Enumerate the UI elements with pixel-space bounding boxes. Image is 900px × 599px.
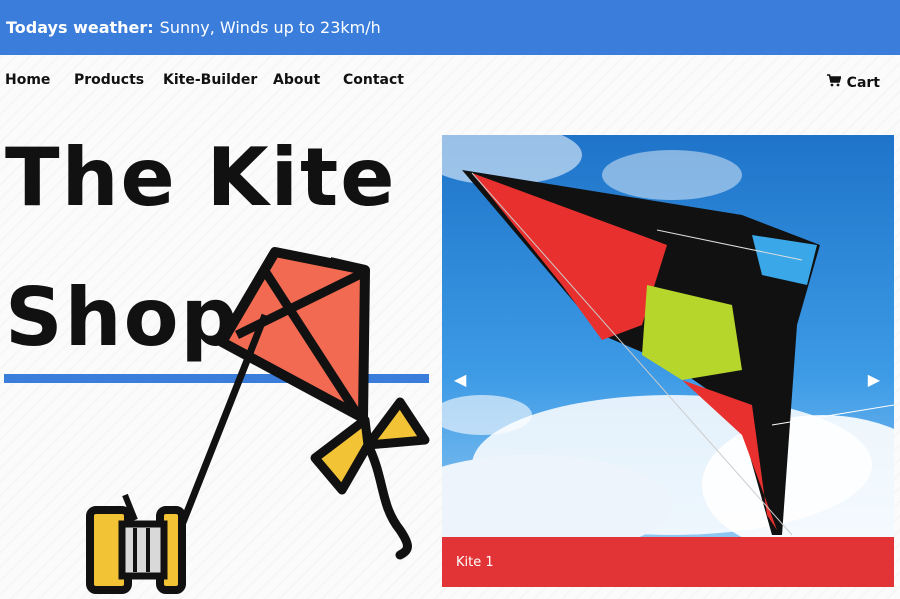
cart-label: Cart	[846, 74, 880, 91]
weather-label: Todays weather:	[6, 18, 154, 37]
cart-button[interactable]: Cart	[826, 74, 880, 91]
weather-value: Sunny, Winds up to 23km/h	[159, 18, 381, 37]
chevron-left-icon[interactable]: ◀	[454, 370, 466, 389]
nav-kite-builder[interactable]: Kite-Builder	[163, 72, 257, 88]
nav-home[interactable]: Home	[5, 72, 50, 88]
weather-bar: Todays weather: Sunny, Winds up to 23km/…	[0, 0, 900, 55]
nav-contact[interactable]: Contact	[343, 72, 404, 88]
main-nav: Home Products Kite-Builder About Contact…	[0, 56, 900, 106]
carousel-image	[442, 135, 894, 537]
cart-icon	[826, 74, 842, 91]
title-line-1: The Kite	[5, 131, 397, 224]
reel-icon	[86, 493, 186, 594]
caption-text: Kite 1	[456, 554, 494, 570]
chevron-right-icon[interactable]: ▶	[868, 370, 880, 389]
nav-about[interactable]: About	[273, 72, 320, 88]
kite-illustration	[80, 240, 440, 599]
carousel-caption: Kite 1	[442, 537, 894, 587]
kite-icon	[217, 247, 430, 560]
product-carousel: ◀ ▶ Kite 1	[442, 135, 894, 587]
nav-products[interactable]: Products	[74, 72, 144, 88]
